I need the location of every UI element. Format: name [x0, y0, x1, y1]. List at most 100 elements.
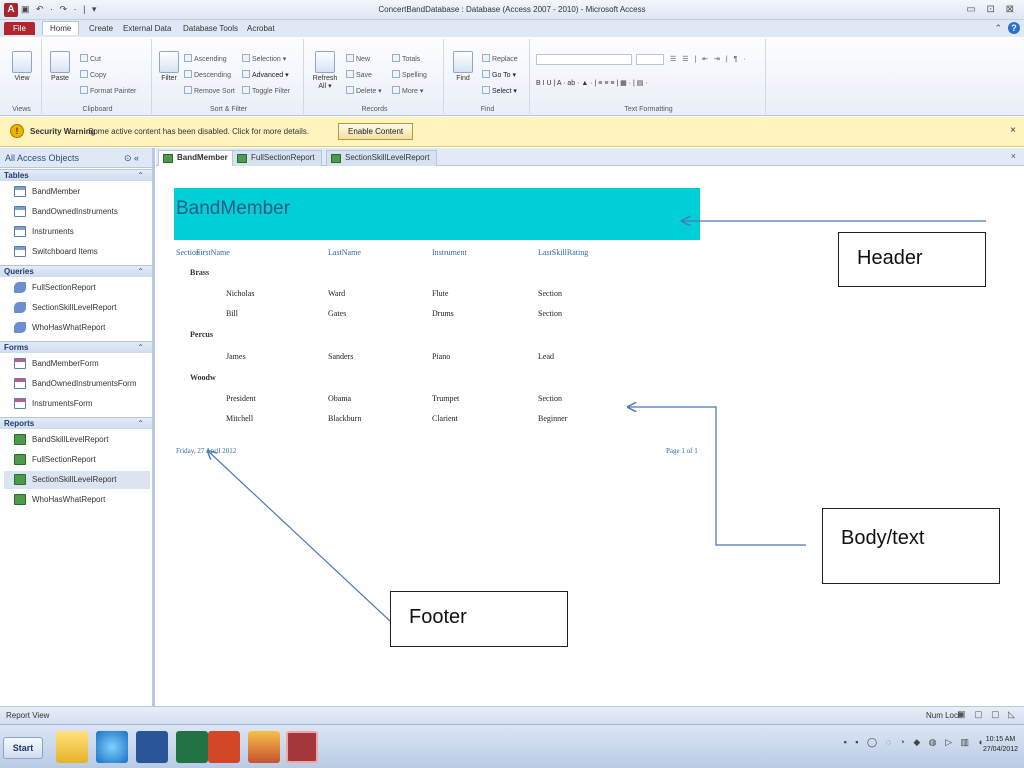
descending-button[interactable]: Descending — [184, 70, 231, 79]
nav-item-fullsectionreport[interactable]: FullSectionReport — [4, 279, 150, 297]
totals-label: Totals — [402, 56, 421, 63]
collapse-icon[interactable]: ⌃ — [137, 343, 144, 352]
access-taskbar-icon[interactable] — [286, 731, 318, 763]
report-cell: Obama — [328, 394, 352, 403]
collapse-icon[interactable]: ⌃ — [137, 267, 144, 276]
query-icon — [14, 282, 26, 293]
nav-item-label: BandOwnedInstruments — [32, 207, 118, 216]
nav-pane-title: All Access Objects — [5, 153, 80, 163]
nav-pane-header[interactable]: All Access Objects ⊙ « — [0, 148, 152, 168]
list-indent-buttons[interactable]: ☰ ☰ | ⇤ ⇥ | ¶ · — [670, 55, 748, 63]
system-tray-icons[interactable]: ▪ ▪ ◯ ◌ ◔ ◆ ◍ ▷ ▥ ◖ — [844, 737, 986, 748]
security-warning-bar[interactable]: ! Security Warning Some active content h… — [0, 117, 1024, 147]
find-button[interactable]: Find — [450, 51, 476, 82]
window-controls[interactable]: ▭ ⊡ ⊠ — [966, 4, 1018, 15]
status-view-label: Report View — [6, 711, 50, 720]
select-button[interactable]: Select ▾ — [482, 86, 517, 95]
nav-pane-header-icons[interactable]: ⊙ « — [124, 153, 139, 164]
folder-icon[interactable] — [56, 731, 88, 763]
nav-section-tables[interactable]: Tables ⌃ — [0, 169, 152, 181]
ascending-button[interactable]: Ascending — [184, 54, 227, 63]
minimize-ribbon-icon[interactable]: ⌃ — [994, 23, 1002, 34]
nav-item-switchboard items[interactable]: Switchboard Items — [4, 243, 150, 261]
save-icon — [346, 70, 354, 78]
ribbon-group-records: Refresh All ▾ New Save Delete ▾ Totals S… — [306, 39, 444, 114]
format-painter-icon — [80, 86, 88, 94]
spelling-icon — [392, 70, 400, 78]
excel-icon[interactable] — [176, 731, 208, 763]
font-size-select[interactable] — [636, 54, 664, 65]
collapse-icon[interactable]: ⌃ — [137, 419, 144, 428]
copy-button[interactable]: Copy — [80, 70, 106, 79]
word-icon[interactable] — [136, 731, 168, 763]
remove-sort-button[interactable]: Remove Sort — [184, 86, 235, 95]
report-icon — [331, 154, 341, 163]
ribbon-group-text-formatting: ☰ ☰ | ⇤ ⇥ | ¶ · B I U | A · ab · ▲ · | ≡… — [532, 39, 766, 114]
delete-record-button[interactable]: Delete ▾ — [346, 86, 382, 95]
filter-button[interactable]: Filter — [156, 51, 182, 82]
internet-explorer-icon[interactable] — [96, 731, 128, 763]
advanced-button[interactable]: Advanced ▾ — [242, 70, 289, 79]
tab-external-data[interactable]: External Data — [118, 23, 176, 34]
help-icon[interactable]: ? — [1008, 22, 1020, 34]
nav-item-sectionskilllevelreport[interactable]: SectionSkillLevelReport — [4, 299, 150, 317]
tab-acrobat[interactable]: Acrobat — [242, 23, 280, 34]
report-cell: Ward — [328, 289, 346, 298]
close-warning-icon[interactable]: × — [1010, 125, 1016, 136]
toggle-filter-button[interactable]: Toggle Filter — [242, 86, 290, 95]
nav-section-queries[interactable]: Queries ⌃ — [0, 265, 152, 277]
paste-button[interactable]: Paste — [48, 51, 72, 82]
nav-item-sectionskilllevelreport[interactable]: SectionSkillLevelReport — [4, 471, 150, 489]
go-to-button[interactable]: Go To ▾ — [482, 70, 516, 79]
save-record-button[interactable]: Save — [346, 70, 372, 79]
tab-home[interactable]: Home — [42, 21, 80, 35]
doc-tab-bandmember[interactable]: BandMember — [158, 150, 235, 166]
descending-label: Descending — [194, 72, 231, 79]
doc-tab-sectionskilllevelreport[interactable]: SectionSkillLevelReport — [326, 150, 437, 166]
security-warning-message[interactable]: Some active content has been disabled. C… — [88, 127, 309, 136]
collapse-icon[interactable]: ⌃ — [137, 171, 144, 180]
enable-content-button[interactable]: Enable Content — [338, 123, 414, 140]
nav-item-whohaswhatreport[interactable]: WhoHasWhatReport — [4, 319, 150, 337]
nav-section-forms[interactable]: Forms ⌃ — [0, 341, 152, 353]
nav-item-bandmember[interactable]: BandMember — [4, 183, 150, 201]
nav-item-bandmemberform[interactable]: BandMemberForm — [4, 355, 150, 373]
totals-button[interactable]: Totals — [392, 54, 420, 63]
refresh-all-button[interactable]: Refresh All ▾ — [310, 51, 340, 90]
nav-item-instrumentsform[interactable]: InstrumentsForm — [4, 395, 150, 413]
replace-button[interactable]: Replace — [482, 54, 518, 63]
tab-database-tools[interactable]: Database Tools — [178, 23, 243, 34]
view-button[interactable]: View — [10, 51, 34, 82]
filter-label: Filter — [161, 75, 177, 82]
nav-item-fullsectionreport[interactable]: FullSectionReport — [4, 451, 150, 469]
font-name-select[interactable] — [536, 54, 632, 65]
cut-button[interactable]: Cut — [80, 54, 101, 63]
spelling-button[interactable]: Spelling — [392, 70, 427, 79]
more-button[interactable]: More ▾ — [392, 86, 423, 95]
nav-item-bandownedinstruments[interactable]: BandOwnedInstruments — [4, 203, 150, 221]
outlook-icon[interactable] — [208, 731, 240, 763]
nav-section-reports[interactable]: Reports ⌃ — [0, 417, 152, 429]
nav-item-bandownedinstrumentsform[interactable]: BandOwnedInstrumentsForm — [4, 375, 150, 393]
text-format-buttons[interactable]: B I U | A · ab · ▲ · | ≡ ≡ ≡ | ▦ · | ▤ · — [536, 79, 648, 87]
tab-file[interactable]: File — [4, 22, 35, 35]
selection-button[interactable]: Selection ▾ — [242, 54, 286, 63]
remove-sort-label: Remove Sort — [194, 88, 235, 95]
new-record-button[interactable]: New — [346, 54, 370, 63]
close-document-icon[interactable]: × — [1011, 151, 1016, 161]
nav-item-whohaswhatreport[interactable]: WhoHasWhatReport — [4, 491, 150, 509]
start-button[interactable]: Start — [3, 737, 43, 759]
footer-callout-label: Footer — [409, 606, 467, 628]
report-icon — [163, 154, 173, 163]
format-painter-button[interactable]: Format Painter — [80, 86, 136, 95]
doc-tab-fullsectionreport[interactable]: FullSectionReport — [232, 150, 322, 166]
nav-item-instruments[interactable]: Instruments — [4, 223, 150, 241]
tab-create[interactable]: Create — [84, 23, 118, 34]
paint-icon[interactable] — [248, 731, 280, 763]
group-header: Woodw — [190, 373, 216, 382]
copy-label: Copy — [90, 72, 107, 79]
nav-item-bandskilllevelreport[interactable]: BandSkillLevelReport — [4, 431, 150, 449]
system-clock[interactable]: 10:15 AM 27/04/2012 — [983, 735, 1018, 755]
view-switcher-icons[interactable]: ▣ ▢ ▢ ◺ — [957, 709, 1018, 720]
text-formatting-group-label: Text Formatting — [624, 106, 673, 113]
